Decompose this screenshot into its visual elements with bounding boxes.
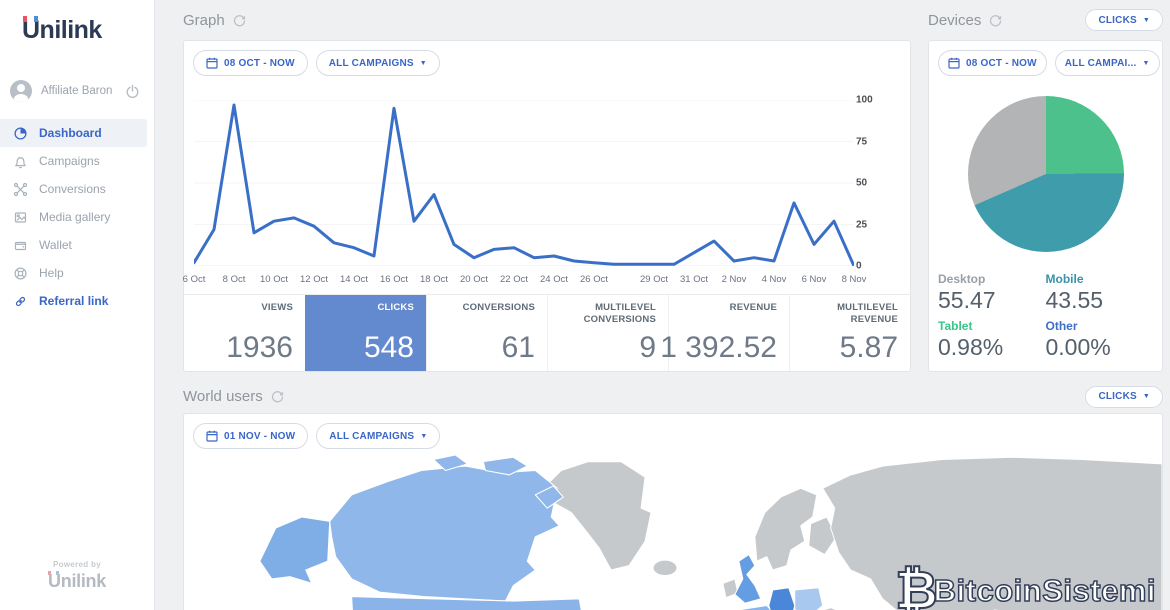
gallery-icon — [12, 209, 28, 225]
devices-section: Devices CLICKS ▼ 08 OCT - NOW ALL CAMPAI… — [928, 0, 1163, 372]
map-iceland — [652, 559, 678, 577]
world-users-section: World users CLICKS ▼ 01 NOV - NOW ALL CA… — [183, 380, 1163, 610]
logout-power-icon[interactable] — [125, 84, 140, 99]
lifebuoy-icon — [12, 265, 28, 281]
map-uk — [734, 554, 762, 604]
sidebar-item-label: Wallet — [39, 238, 72, 252]
powered-by-block: Powered by Unilink — [0, 560, 154, 592]
bell-icon — [12, 153, 28, 169]
map-greenland — [542, 461, 652, 571]
wallet-icon — [12, 237, 28, 253]
sidebar-item-label: Referral link — [39, 294, 109, 308]
sidebar-item-label: Dashboard — [39, 126, 102, 140]
caret-down-icon: ▼ — [1142, 393, 1150, 400]
legend-other: Other 0.00% — [1045, 319, 1111, 360]
unilink-logo: Unilink — [22, 16, 154, 45]
sidebar-item-media-gallery[interactable]: Media gallery — [0, 203, 154, 231]
map-poland — [794, 587, 824, 610]
devices-metric-dropdown[interactable]: CLICKS ▼ — [1085, 9, 1163, 31]
line-chart[interactable]: 0 25 50 75 100 6 Oct 8 Oct 10 Oct 12 Oct 14 Oct 1… — [182, 86, 904, 294]
logo-blue-tick — [34, 16, 38, 22]
x-axis-labels: 6 Oct 8 Oct 10 Oct 12 Oct 14 Oct 16 Oct 18 Oct… — [182, 274, 867, 285]
graph-title: Graph — [183, 11, 225, 29]
dashboard-icon — [12, 125, 28, 141]
stat-multilevel-conversions[interactable]: MULTILEVEL CONVERSIONS 9 — [547, 295, 668, 371]
powered-by-label: Powered by — [53, 560, 101, 569]
world-date-range-button[interactable]: 01 NOV - NOW — [193, 423, 309, 449]
line-chart-svg — [194, 100, 854, 266]
sidebar-item-label: Campaigns — [39, 154, 100, 168]
user-row: Affiliate Baron — [0, 71, 154, 111]
link-icon — [12, 293, 28, 309]
y-axis-labels: 0 25 50 75 100 — [856, 94, 873, 272]
world-map[interactable]: ₿ BitcoinSistemi .com — [184, 455, 1162, 610]
sidebar-item-referral-link[interactable]: Referral link — [0, 287, 154, 315]
devices-legend: Desktop 55.47 Mobile 43.55 Tablet 0.98% … — [929, 272, 1162, 371]
map-germany — [768, 587, 796, 610]
legend-tablet: Tablet 0.98% — [938, 319, 1004, 360]
devices-pie-chart[interactable] — [967, 96, 1124, 252]
map-scandinavia — [754, 487, 818, 571]
stat-conversions[interactable]: CONVERSIONS 61 — [426, 295, 547, 371]
sidebar-item-label: Conversions — [39, 182, 106, 196]
sidebar-item-dashboard[interactable]: Dashboard — [0, 119, 147, 147]
map-russia-asia — [822, 456, 1162, 610]
legend-desktop: Desktop 55.47 — [938, 272, 996, 313]
devices-date-range-button[interactable]: 08 OCT - NOW — [938, 50, 1047, 76]
world-campaigns-dropdown[interactable]: ALL CAMPAIGNS ▼ — [316, 423, 441, 449]
devices-card: 08 OCT - NOW ALL CAMPAI... ▼ Desktop 55.… — [928, 40, 1163, 372]
map-alaska — [259, 516, 331, 584]
caret-down-icon: ▼ — [1142, 16, 1150, 24]
legend-mobile: Mobile 43.55 — [1045, 272, 1104, 313]
sidebar-item-conversions[interactable]: Conversions — [0, 175, 154, 203]
stat-views[interactable]: VIEWS 1936 — [184, 295, 305, 371]
stat-multilevel-revenue[interactable]: MULTILEVEL REVENUE 5.87 — [789, 295, 910, 371]
avatar — [10, 80, 32, 102]
map-canada — [329, 465, 560, 602]
sidebar-item-label: Media gallery — [39, 210, 111, 224]
caret-down-icon: ▼ — [419, 59, 427, 67]
sidebar-item-label: Help — [39, 266, 64, 280]
refresh-icon[interactable] — [989, 14, 1002, 27]
world-metric-dropdown[interactable]: CLICKS ▼ — [1085, 385, 1163, 408]
devices-title: Devices — [928, 11, 982, 29]
refresh-icon[interactable] — [271, 390, 284, 403]
world-users-title: World users — [183, 388, 263, 405]
devices-campaigns-dropdown[interactable]: ALL CAMPAI... ▼ — [1054, 50, 1160, 76]
powered-by-logo: Unilink — [48, 571, 106, 591]
sidebar-menu: Dashboard Campaigns Conversions Media ga… — [0, 119, 154, 315]
user-name: Affiliate Baron — [41, 85, 113, 97]
sidebar-item-wallet[interactable]: Wallet — [0, 231, 154, 259]
stat-revenue[interactable]: REVENUE 1 392.52 — [660, 295, 789, 371]
graph-stats-row: VIEWS 1936 CLICKS 548 CONVERSIONS 61 MUL… — [184, 294, 910, 371]
graph-card: 08 OCT - NOW ALL CAMPAIGNS ▼ 0 25 50 75 100 … — [183, 40, 911, 372]
graph-campaigns-dropdown[interactable]: ALL CAMPAIGNS ▼ — [315, 50, 440, 76]
refresh-icon[interactable] — [233, 14, 246, 27]
caret-down-icon: ▼ — [420, 432, 428, 440]
main-content: Graph 08 OCT - NOW ALL CAMPAIGNS ▼ 0 25 … — [155, 0, 1170, 610]
sidebar: Unilink Affiliate Baron Dashboard Campai… — [0, 0, 155, 610]
sidebar-item-help[interactable]: Help — [0, 259, 154, 287]
graph-section: Graph 08 OCT - NOW ALL CAMPAIGNS ▼ 0 25 … — [183, 0, 911, 372]
world-users-card: 01 NOV - NOW ALL CAMPAIGNS ▼ ₿ BitcoinSi… — [183, 413, 1163, 610]
sidebar-item-campaigns[interactable]: Campaigns — [0, 147, 154, 175]
network-icon — [12, 181, 28, 197]
stat-clicks[interactable]: CLICKS 548 — [305, 295, 426, 371]
logo-red-tick — [23, 16, 27, 22]
graph-date-range-button[interactable]: 08 OCT - NOW — [193, 50, 308, 76]
caret-down-icon: ▼ — [1142, 59, 1150, 67]
